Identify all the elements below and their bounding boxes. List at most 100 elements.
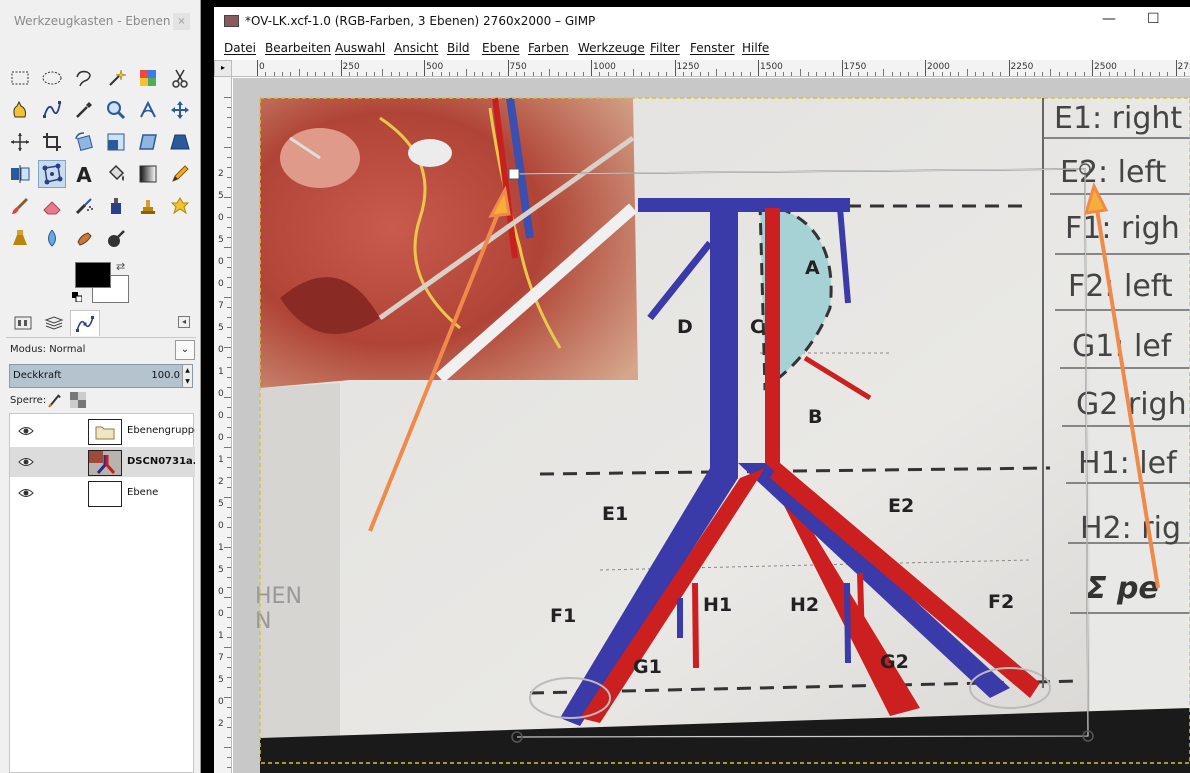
default-colors-icon[interactable] (72, 292, 82, 302)
ruler-corner-button[interactable]: ▸ (214, 60, 232, 77)
ruler-tick (1008, 60, 1010, 76)
cage-icon-glyph (42, 163, 63, 185)
rect-select-icon[interactable] (6, 64, 34, 92)
minimize-icon[interactable]: — (1102, 11, 1116, 27)
dodge-burn-icon[interactable] (102, 224, 130, 252)
eye-icon[interactable] (18, 487, 34, 499)
maximize-icon[interactable]: ☐ (1147, 11, 1160, 27)
ruler-minor-tick (532, 72, 534, 76)
layer-row-selected[interactable]: DSCN0731a.jpg (10, 447, 195, 477)
blend-icon[interactable] (134, 160, 162, 188)
swap-colors-icon[interactable]: ⇄ (116, 260, 125, 273)
foreground-select-icon[interactable] (6, 96, 34, 124)
menu-ansicht[interactable]: Ansicht (394, 41, 438, 55)
table-row: E1: right (1054, 101, 1182, 136)
scale-icon[interactable] (102, 128, 130, 156)
opacity-spinner[interactable]: ▲ ▼ (182, 365, 192, 387)
menu-datei[interactable]: Datei (224, 41, 256, 55)
perspective-icon[interactable] (166, 128, 194, 156)
menu-bearbeiten[interactable]: Bearbeiten (265, 41, 331, 55)
paintbrush-icon[interactable] (6, 192, 34, 220)
lock-pixels-icon[interactable] (47, 392, 63, 408)
layer-row[interactable]: Ebenengruppe (10, 416, 195, 446)
ruler-minor-tick (632, 69, 634, 76)
menu-auswahl[interactable]: Auswahl (335, 41, 385, 55)
lock-alpha-icon[interactable] (70, 392, 86, 408)
cage-icon[interactable] (38, 160, 66, 188)
ruler-tick (1092, 60, 1093, 76)
paintbrush-icon-glyph (12, 198, 28, 214)
canvas-area[interactable]: A B C D E1 E2 F1 F2 G1 G2 H1 H2 HEN N E1… (233, 78, 1190, 773)
perspective-clone-icon[interactable] (6, 224, 34, 252)
eye-icon[interactable] (18, 425, 34, 437)
crop-icon-glyph (43, 133, 61, 151)
shear-icon[interactable] (134, 128, 162, 156)
opacity-slider[interactable]: Deckkraft 100.0 ▲ ▼ (9, 364, 193, 388)
measure-icon[interactable] (134, 96, 162, 124)
smudge-icon[interactable] (70, 224, 98, 252)
label-e1: E1 (602, 503, 628, 525)
transform-handle[interactable] (508, 168, 520, 180)
layer-name[interactable]: Ebenengruppe (127, 425, 195, 436)
fuzzy-select-icon[interactable] (102, 64, 130, 92)
crop-icon[interactable] (38, 128, 66, 156)
horizontal-ruler[interactable]: 0 250 500 750 1000 1250 1500 1750 2000 2250 2500 27… (232, 60, 1190, 77)
dock-menu-icon[interactable]: ◂ (178, 316, 190, 328)
tab-paths[interactable] (70, 310, 100, 336)
airbrush-icon[interactable] (70, 192, 98, 220)
tab-layers[interactable] (39, 310, 69, 336)
ruler-minor-tick (227, 757, 231, 758)
ellipse-select-icon[interactable] (38, 64, 66, 92)
ruler-minor-tick (227, 737, 231, 738)
flip-icon[interactable] (6, 160, 34, 188)
tab-tool-options[interactable] (8, 310, 38, 336)
color-select-icon[interactable] (134, 64, 162, 92)
heal-icon-glyph (170, 197, 190, 215)
ruler-minor-tick (624, 72, 626, 76)
close-icon[interactable]: × (173, 13, 190, 30)
menu-bild[interactable]: Bild (447, 41, 470, 55)
flip-icon-glyph (11, 165, 30, 183)
bucket-fill-icon[interactable] (102, 160, 130, 188)
ruler-tick-label: 1 (218, 543, 224, 553)
ink-icon[interactable] (102, 192, 130, 220)
clone-icon[interactable] (134, 192, 162, 220)
text-icon[interactable]: A (70, 160, 98, 188)
menu-bar: Datei Bearbeiten Auswahl Ansicht Bild Eb… (214, 38, 1190, 58)
foreground-color-swatch[interactable] (75, 262, 111, 288)
layer-name[interactable]: DSCN0731a.jpg (127, 456, 195, 467)
color-picker-icon[interactable] (70, 96, 98, 124)
mode-select[interactable]: Modus: Normal ⌄ (6, 339, 196, 361)
lasso-icon[interactable] (70, 64, 98, 92)
paths-icon[interactable] (38, 96, 66, 124)
ruler-minor-tick (390, 72, 392, 76)
layer-row[interactable]: Ebene (10, 478, 195, 508)
ruler-minor-tick (227, 767, 231, 768)
eye-icon[interactable] (18, 456, 34, 468)
scissors-icon[interactable] (166, 64, 194, 92)
layer-name[interactable]: Ebene (127, 487, 195, 498)
rotate-icon[interactable] (70, 128, 98, 156)
ruler-minor-tick (599, 72, 601, 76)
menu-filter[interactable]: Filter (650, 41, 680, 55)
ruler-tick-label: 1 (218, 455, 224, 465)
zoom-icon[interactable] (102, 96, 130, 124)
ruler-minor-tick (1016, 72, 1018, 76)
align-icon[interactable] (6, 128, 34, 156)
move-icon[interactable] (166, 96, 194, 124)
menu-farben[interactable]: Farben (528, 41, 569, 55)
menu-ebene[interactable]: Ebene (482, 41, 520, 55)
image-canvas[interactable]: A B C D E1 E2 F1 F2 G1 G2 H1 H2 HEN N E1… (233, 78, 1190, 773)
ruler-minor-tick (499, 72, 501, 76)
pencil-icon[interactable] (166, 160, 194, 188)
ruler-minor-tick (227, 537, 231, 538)
menu-fenster[interactable]: Fenster (690, 41, 735, 55)
vertical-ruler[interactable]: 2 5 0 5 0 0 7 5 0 1 0 0 0 1 2 5 0 1 5 0 0 1 7 5 0 2 (214, 77, 232, 773)
heal-icon[interactable] (166, 192, 194, 220)
blur-icon[interactable] (38, 224, 66, 252)
menu-werkzeuge[interactable]: Werkzeuge (578, 41, 645, 55)
ruler-minor-tick (440, 72, 442, 76)
eraser-icon[interactable] (38, 192, 66, 220)
chevron-down-icon[interactable]: ⌄ (175, 340, 195, 360)
menu-hilfe[interactable]: Hilfe (742, 41, 769, 55)
